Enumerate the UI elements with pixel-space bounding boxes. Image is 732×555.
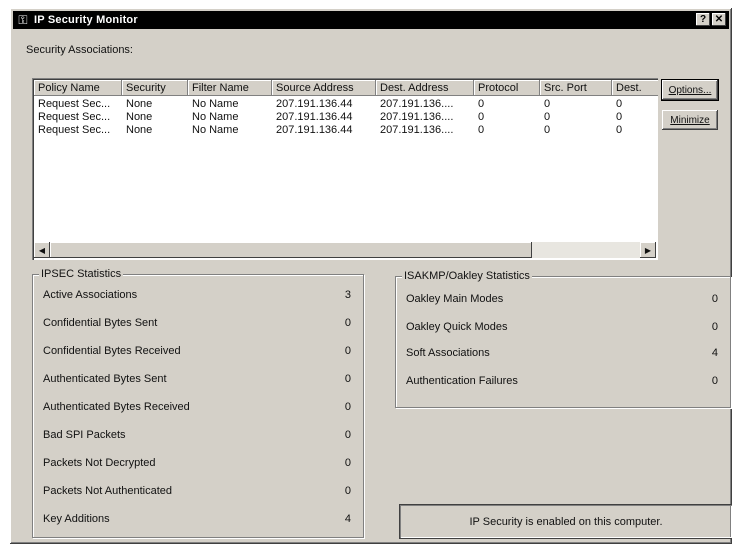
cell-source-address: 207.191.136.44 bbox=[276, 98, 353, 110]
stat-value-authenticated-bytes-received: 0 bbox=[344, 401, 351, 413]
stat-label-bad-spi-packets: Bad SPI Packets bbox=[43, 429, 126, 441]
cell-security: None bbox=[126, 98, 153, 110]
stat-row: Soft Associations 4 bbox=[406, 347, 720, 361]
scrollbar-thumb[interactable] bbox=[50, 242, 532, 258]
security-associations-list[interactable]: Policy Name Security Filter Name Source … bbox=[32, 78, 658, 260]
title-bar[interactable]: ⚿ IP Security Monitor ? ✕ bbox=[13, 11, 729, 29]
cell-src-port: 0 bbox=[544, 98, 551, 110]
cell-src-port: 0 bbox=[544, 111, 551, 123]
stat-value-authentication-failures: 0 bbox=[711, 375, 718, 387]
stat-row: Oakley Quick Modes 0 bbox=[406, 321, 720, 335]
cell-dest: 0 bbox=[616, 111, 623, 123]
stat-row: Bad SPI Packets 0 bbox=[43, 429, 353, 443]
stat-label-packets-not-decrypted: Packets Not Decrypted bbox=[43, 457, 156, 469]
isakmp-oakley-statistics-group: ISAKMP/Oakley Statistics Oakley Main Mod… bbox=[395, 270, 731, 408]
stat-value-bad-spi-packets: 0 bbox=[344, 429, 351, 441]
stat-row: Confidential Bytes Received 0 bbox=[43, 345, 353, 359]
minimize-button[interactable]: Minimize bbox=[662, 110, 718, 130]
stat-label-oakley-main-modes: Oakley Main Modes bbox=[406, 293, 504, 305]
table-row[interactable]: Request Sec... None No Name 207.191.136.… bbox=[34, 111, 658, 124]
cell-policy-name: Request Sec... bbox=[38, 124, 111, 136]
cell-dest-address: 207.191.136.... bbox=[380, 124, 454, 136]
table-row[interactable]: Request Sec... None No Name 207.191.136.… bbox=[34, 124, 658, 137]
stat-row: Authenticated Bytes Sent 0 bbox=[43, 373, 353, 387]
table-row[interactable]: Request Sec... None No Name 207.191.136.… bbox=[34, 98, 658, 111]
stat-label-authenticated-bytes-received: Authenticated Bytes Received bbox=[43, 401, 190, 413]
stat-value-authenticated-bytes-sent: 0 bbox=[344, 373, 351, 385]
cell-source-address: 207.191.136.44 bbox=[276, 124, 353, 136]
cell-policy-name: Request Sec... bbox=[38, 98, 111, 110]
isakmp-oakley-statistics-title: ISAKMP/Oakley Statistics bbox=[402, 270, 532, 282]
help-button[interactable]: ? bbox=[696, 13, 710, 26]
scroll-left-icon[interactable]: ◀ bbox=[34, 242, 50, 258]
stat-row: Key Additions 4 bbox=[43, 513, 353, 527]
ip-security-icon: ⚿ bbox=[18, 12, 28, 27]
stat-row: Oakley Main Modes 0 bbox=[406, 293, 720, 307]
stat-row: Confidential Bytes Sent 0 bbox=[43, 317, 353, 331]
stat-value-key-additions: 4 bbox=[344, 513, 351, 525]
ipsec-statistics-title: IPSEC Statistics bbox=[39, 268, 124, 280]
stat-label-packets-not-authenticated: Packets Not Authenticated bbox=[43, 485, 173, 497]
cell-dest: 0 bbox=[616, 98, 623, 110]
cell-src-port: 0 bbox=[544, 124, 551, 136]
cell-security: None bbox=[126, 111, 153, 123]
options-button-label: Options... bbox=[668, 84, 712, 96]
cell-policy-name: Request Sec... bbox=[38, 111, 111, 123]
cell-protocol: 0 bbox=[478, 124, 485, 136]
security-associations-label: Security Associations: bbox=[26, 44, 133, 56]
stat-row: Authentication Failures 0 bbox=[406, 375, 720, 389]
stat-value-soft-associations: 4 bbox=[711, 347, 718, 359]
stat-value-active-associations: 3 bbox=[344, 289, 351, 301]
stat-value-confidential-bytes-received: 0 bbox=[344, 345, 351, 357]
options-button[interactable]: Options... bbox=[662, 80, 718, 100]
cell-protocol: 0 bbox=[478, 111, 485, 123]
scroll-right-icon[interactable]: ▶ bbox=[640, 242, 656, 258]
stat-value-oakley-quick-modes: 0 bbox=[711, 321, 718, 333]
stat-label-active-associations: Active Associations bbox=[43, 289, 138, 301]
column-header-src-port[interactable]: Src. Port bbox=[540, 80, 612, 96]
cell-dest-address: 207.191.136.... bbox=[380, 111, 454, 123]
stat-label-soft-associations: Soft Associations bbox=[406, 347, 490, 359]
stat-label-key-additions: Key Additions bbox=[43, 513, 110, 525]
stat-value-packets-not-decrypted: 0 bbox=[344, 457, 351, 469]
ip-security-monitor-window: ⚿ IP Security Monitor ? ✕ Security Assoc… bbox=[10, 8, 732, 544]
stat-value-oakley-main-modes: 0 bbox=[711, 293, 718, 305]
cell-dest: 0 bbox=[616, 124, 623, 136]
stat-value-confidential-bytes-sent: 0 bbox=[344, 317, 351, 329]
cell-source-address: 207.191.136.44 bbox=[276, 111, 353, 123]
ipsec-statistics-group: IPSEC Statistics Active Associations 3 Co… bbox=[32, 268, 364, 538]
minimize-button-label: Minimize bbox=[670, 114, 710, 126]
cell-filter-name: No Name bbox=[192, 98, 239, 110]
horizontal-scrollbar[interactable]: ◀ ▶ bbox=[34, 242, 656, 258]
column-header-policy-name[interactable]: Policy Name bbox=[34, 80, 122, 96]
stat-label-confidential-bytes-received: Confidential Bytes Received bbox=[43, 345, 181, 357]
column-header-source-address[interactable]: Source Address bbox=[272, 80, 376, 96]
stat-row: Authenticated Bytes Received 0 bbox=[43, 401, 353, 415]
cell-filter-name: No Name bbox=[192, 124, 239, 136]
stat-label-confidential-bytes-sent: Confidential Bytes Sent bbox=[43, 317, 158, 329]
column-header-security[interactable]: Security bbox=[122, 80, 188, 96]
stat-row: Packets Not Authenticated 0 bbox=[43, 485, 353, 499]
stat-label-authentication-failures: Authentication Failures bbox=[406, 375, 518, 387]
column-header-filter-name[interactable]: Filter Name bbox=[188, 80, 272, 96]
cell-filter-name: No Name bbox=[192, 111, 239, 123]
column-header-dest-address[interactable]: Dest. Address bbox=[376, 80, 474, 96]
list-header: Policy Name Security Filter Name Source … bbox=[34, 80, 658, 96]
stat-value-packets-not-authenticated: 0 bbox=[344, 485, 351, 497]
close-button[interactable]: ✕ bbox=[712, 13, 726, 26]
column-header-protocol[interactable]: Protocol bbox=[474, 80, 540, 96]
stat-row: Packets Not Decrypted 0 bbox=[43, 457, 353, 471]
column-header-dest[interactable]: Dest. bbox=[612, 80, 658, 96]
cell-dest-address: 207.191.136.... bbox=[380, 98, 454, 110]
stat-row: Active Associations 3 bbox=[43, 289, 353, 303]
ip-security-status: IP Security is enabled on this computer. bbox=[400, 505, 732, 538]
cell-protocol: 0 bbox=[478, 98, 485, 110]
cell-security: None bbox=[126, 124, 153, 136]
window-title: IP Security Monitor bbox=[34, 14, 138, 26]
stat-label-authenticated-bytes-sent: Authenticated Bytes Sent bbox=[43, 373, 167, 385]
stat-label-oakley-quick-modes: Oakley Quick Modes bbox=[406, 321, 508, 333]
